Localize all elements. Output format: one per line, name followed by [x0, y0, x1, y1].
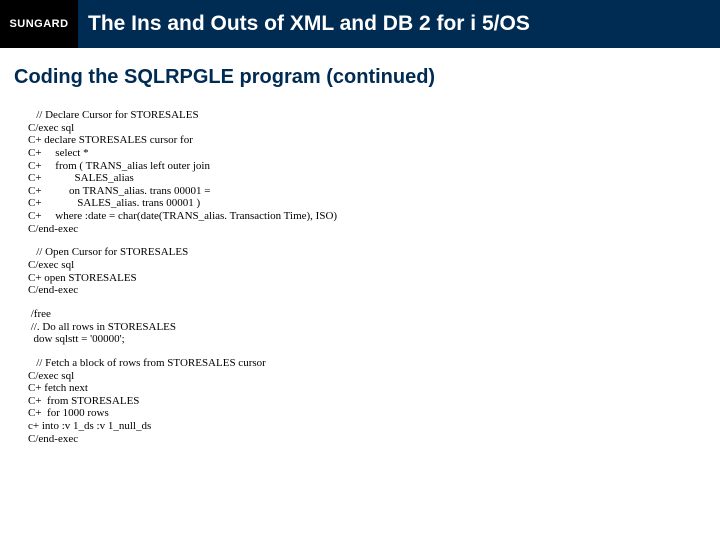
slide-title: The Ins and Outs of XML and DB 2 for i 5… [78, 0, 720, 48]
code-line: c+ into :v 1_ds :v 1_null_ds [28, 420, 706, 433]
code-line: C/end-exec [28, 284, 706, 297]
code-line: C+ fetch next [28, 382, 706, 395]
code-block-fetch: // Fetch a block of rows from STORESALES… [28, 357, 706, 445]
code-line: /free [28, 308, 706, 321]
code-line: C+ declare STORESALES cursor for [28, 134, 706, 147]
slide-content: Coding the SQLRPGLE program (continued) … [0, 48, 720, 445]
code-block-open-cursor: // Open Cursor for STORESALES C/exec sql… [28, 246, 706, 297]
code-line: C/exec sql [28, 370, 706, 383]
code-line: C/end-exec [28, 433, 706, 446]
code-line: //. Do all rows in STORESALES [28, 321, 706, 334]
code-line: // Fetch a block of rows from STORESALES… [28, 357, 706, 370]
code-block-free-loop: /free //. Do all rows in STORESALES dow … [28, 308, 706, 346]
code-line: // Open Cursor for STORESALES [28, 246, 706, 259]
code-line: C/exec sql [28, 259, 706, 272]
code-line: C+ SALES_alias [28, 172, 706, 185]
slide-subtitle: Coding the SQLRPGLE program (continued) [14, 66, 706, 89]
code-line: C+ on TRANS_alias. trans 00001 = [28, 185, 706, 198]
brand-logo: SUNGARD [0, 0, 78, 48]
code-line: C/exec sql [28, 122, 706, 135]
code-line: C+ from ( TRANS_alias left outer join [28, 160, 706, 173]
slide-header: SUNGARD The Ins and Outs of XML and DB 2… [0, 0, 720, 48]
code-line: dow sqlstt = '00000'; [28, 333, 706, 346]
code-line: C/end-exec [28, 223, 706, 236]
code-block-declare-cursor: // Declare Cursor for STORESALES C/exec … [28, 109, 706, 235]
code-line: C+ from STORESALES [28, 395, 706, 408]
code-line: C+ open STORESALES [28, 272, 706, 285]
code-line: C+ where :date = char(date(TRANS_alias. … [28, 210, 706, 223]
code-line: C+ select * [28, 147, 706, 160]
code-area: // Declare Cursor for STORESALES C/exec … [14, 109, 706, 445]
code-line: // Declare Cursor for STORESALES [28, 109, 706, 122]
code-line: C+ for 1000 rows [28, 407, 706, 420]
code-line: C+ SALES_alias. trans 00001 ) [28, 197, 706, 210]
